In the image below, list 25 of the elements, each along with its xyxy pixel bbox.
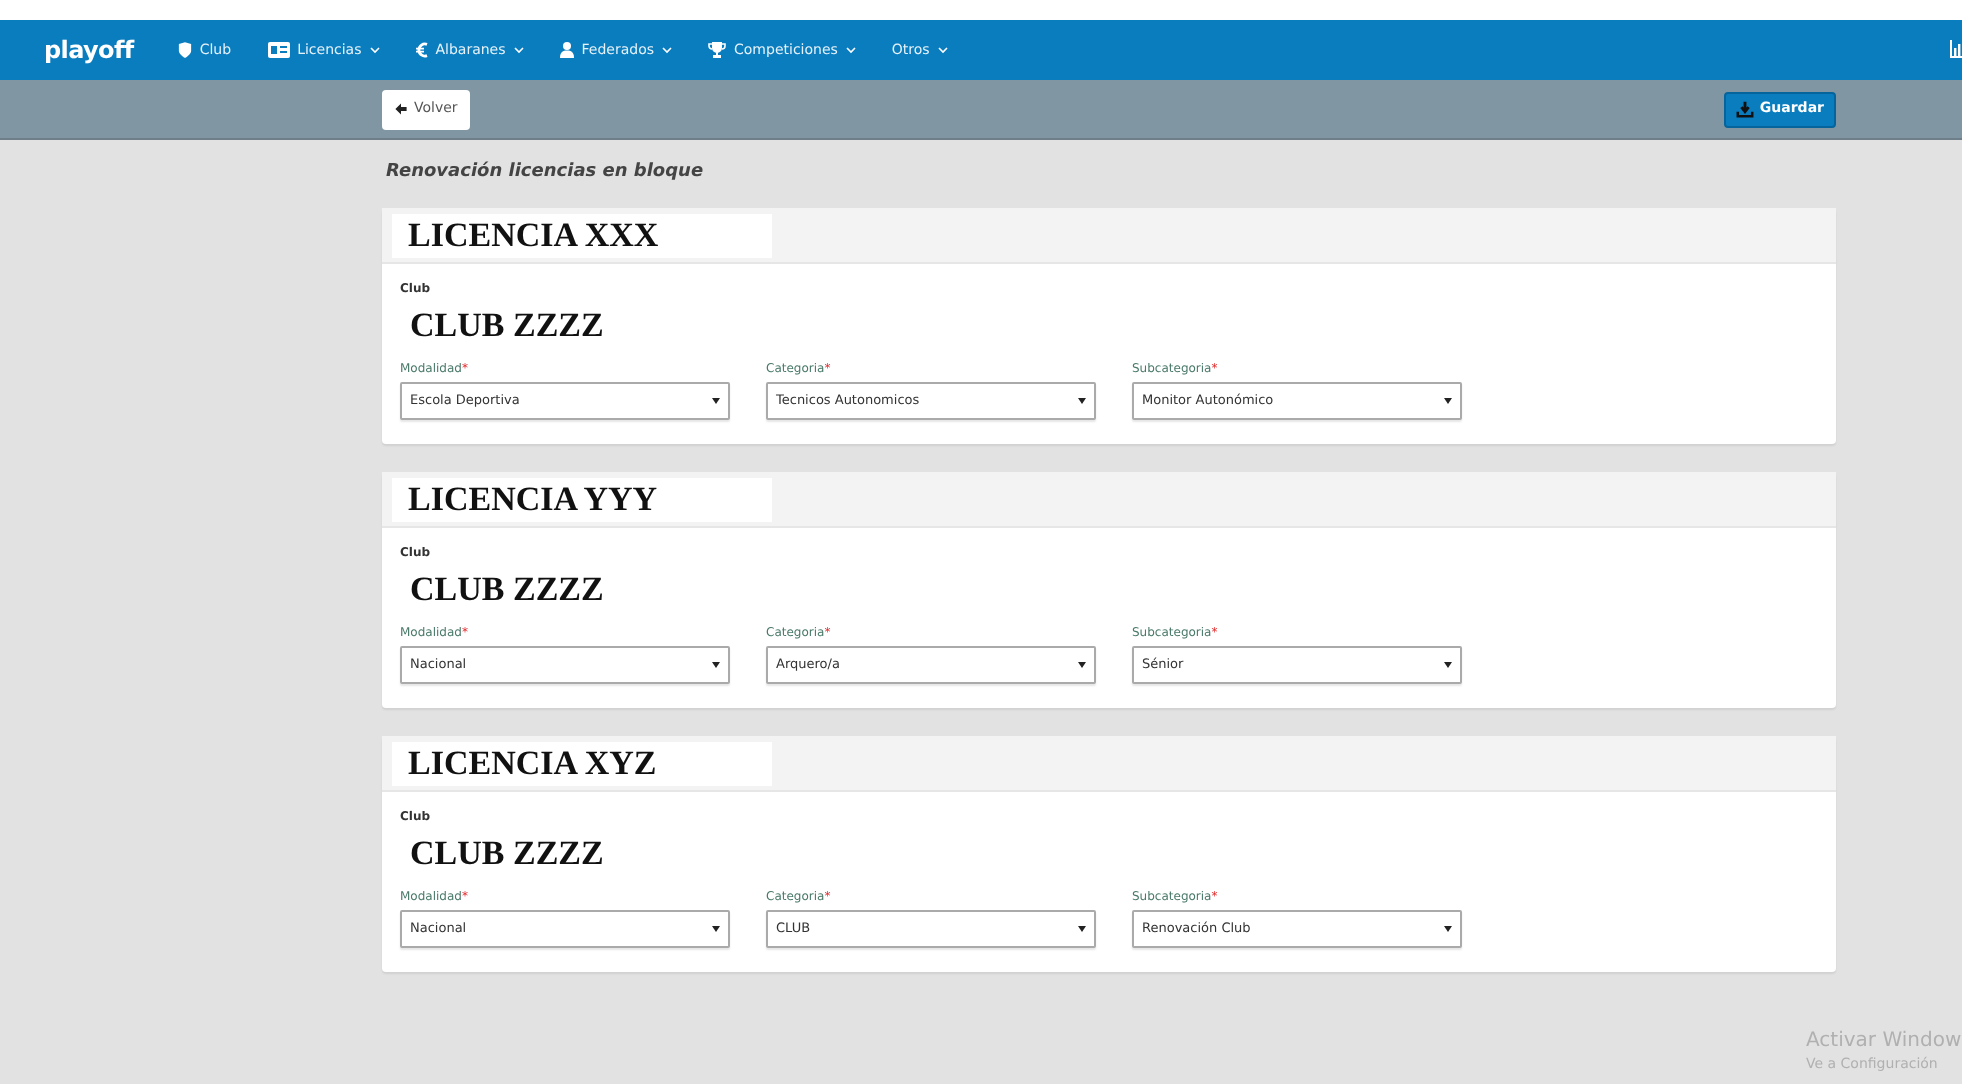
club-name: CLUB ZZZZ — [408, 306, 606, 346]
brand-logo[interactable]: playoff — [44, 32, 134, 68]
download-icon — [1735, 100, 1754, 118]
license-title: LICENCIA XXX — [392, 213, 772, 257]
id-card-icon — [267, 42, 290, 58]
caret-icon — [1444, 398, 1452, 404]
euro-icon — [415, 42, 428, 58]
caret-icon — [1444, 662, 1452, 668]
page-title: Renovación licencias en bloque — [384, 160, 706, 186]
caret-icon — [712, 398, 720, 404]
caret-icon — [1078, 926, 1086, 932]
license-title: LICENCIA XYZ — [392, 741, 772, 785]
shield-icon — [177, 42, 192, 58]
arrow-left-icon — [394, 102, 408, 116]
chart-icon[interactable] — [1950, 40, 1962, 58]
caret-icon — [712, 662, 720, 668]
license-title: LICENCIA YYY — [392, 477, 772, 521]
caret-icon — [1078, 662, 1086, 668]
user-icon — [559, 42, 574, 58]
club-name: CLUB ZZZZ — [408, 570, 606, 610]
caret-icon — [1444, 926, 1452, 932]
trophy-icon — [708, 42, 727, 58]
club-name: CLUB ZZZZ — [408, 834, 606, 874]
caret-icon — [712, 926, 720, 932]
caret-icon — [1078, 398, 1086, 404]
